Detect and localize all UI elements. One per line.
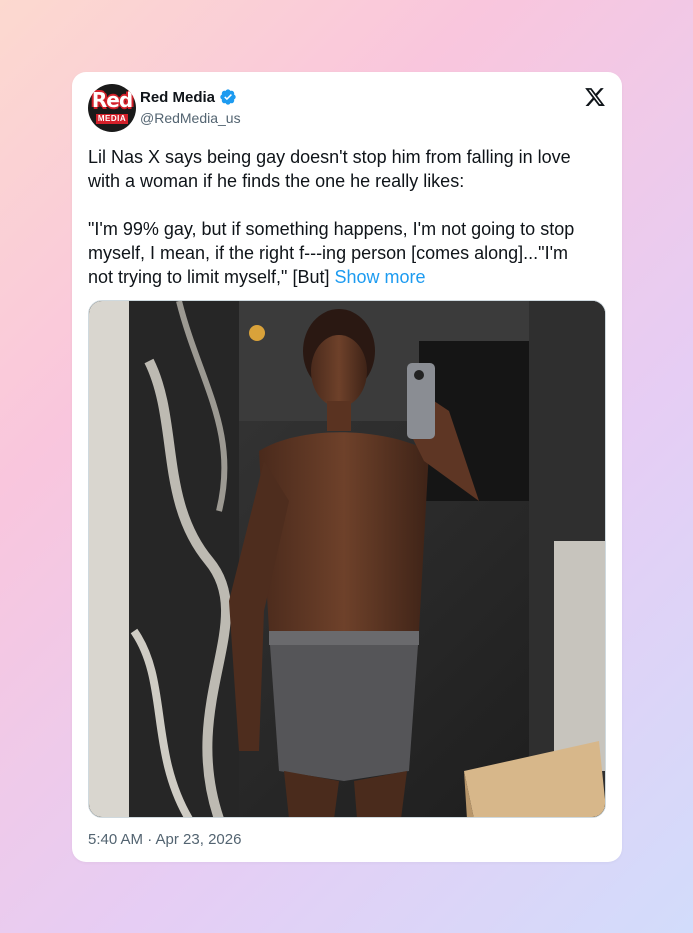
show-more-link[interactable]: Show more [334,267,425,287]
avatar-logo-text: Red [91,88,133,112]
avatar-logo-subtext: MEDIA [96,114,128,124]
tweet-timestamp[interactable]: 5:40 AM · Apr 23, 2026 [88,831,241,848]
tweet-text-paragraph-2-content: "I'm 99% gay, but if something happens, … [88,219,575,287]
verified-badge-icon [220,89,236,105]
tweet-photo[interactable] [88,300,606,818]
author-avatar[interactable]: Red MEDIA [88,84,136,132]
author-name-row[interactable]: Red Media [140,88,237,106]
author-handle[interactable]: @RedMedia_us [140,110,241,126]
tweet-text-paragraph-2: "I'm 99% gay, but if something happens, … [88,217,598,289]
x-logo-icon[interactable] [584,86,606,108]
tweet-text-paragraph-1: Lil Nas X says being gay doesn't stop hi… [88,147,571,191]
tweet-text: Lil Nas X says being gay doesn't stop hi… [88,145,598,289]
tweet-card[interactable]: Red MEDIA Red Media @RedMedia_us Lil Nas… [72,72,622,862]
mirror-selfie-photo-icon [89,301,605,817]
author-name[interactable]: Red Media [140,89,215,106]
